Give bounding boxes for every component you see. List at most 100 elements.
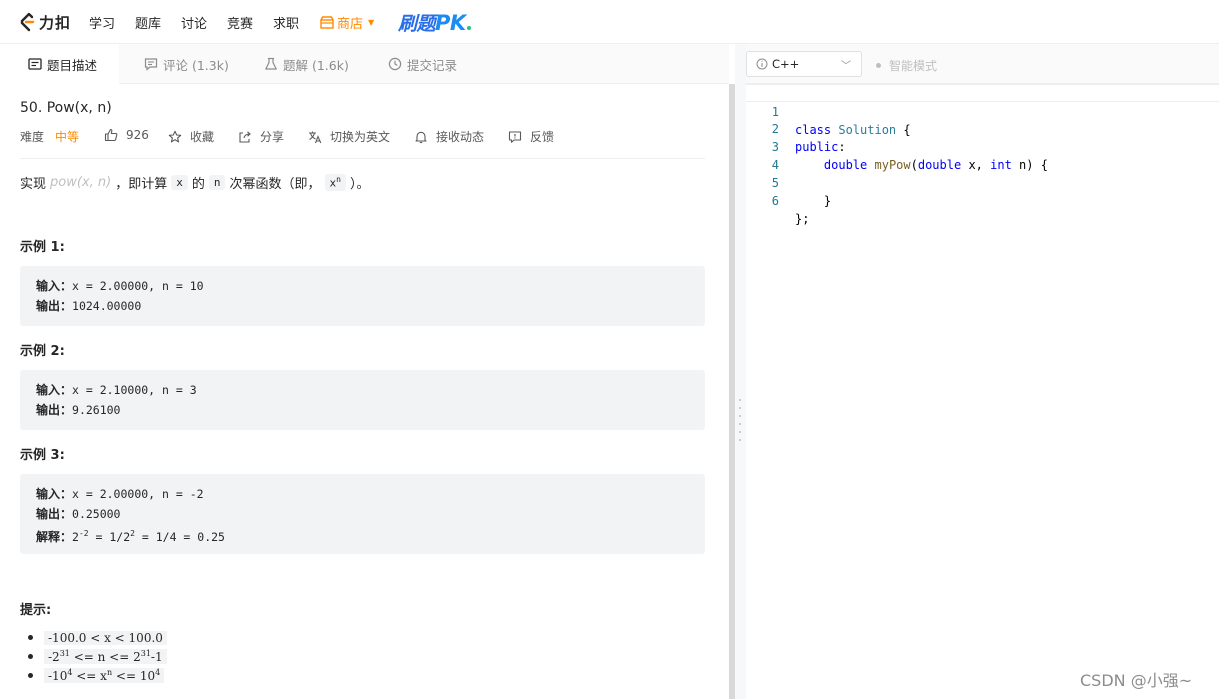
hint-2-text: -231 <= n <= 231-1 — [44, 649, 167, 664]
example-3-input-label: 输入： — [36, 487, 73, 501]
example-2-input-line: 输入：x = 2.10000, n = 3 — [36, 380, 689, 400]
nav-learn[interactable]: 学习 — [89, 13, 115, 32]
example-1-output-label: 输出： — [36, 299, 73, 313]
hint-3-b: <= x — [72, 669, 107, 683]
nav-store[interactable]: 商店 ▼ — [320, 13, 374, 32]
tab-description-label: 题目描述 — [47, 57, 98, 73]
hint-1-text: -100.0 < x < 100.0 — [44, 630, 167, 645]
nav-problemset[interactable]: 题库 — [135, 13, 161, 32]
panel-splitter[interactable] — [735, 44, 746, 699]
language-label: C++ — [772, 57, 800, 71]
tab-comments-label: 评论 (1.3k) — [163, 57, 229, 73]
example-1-output: 1024.00000 — [72, 299, 142, 313]
explain-end: = 1/4 = 0.25 — [134, 529, 225, 544]
hint-2-b: <= n <= 2 — [69, 650, 141, 664]
hint-3-text: -104 <= xn <= 104 — [44, 668, 165, 683]
feedback-label: 反馈 — [530, 130, 555, 144]
tab-description[interactable]: 题目描述 — [0, 44, 119, 84]
example-2-output-label: 输出： — [36, 403, 73, 417]
caret-down-icon: ▼ — [368, 18, 375, 27]
hint-2-exp2: 31 — [140, 649, 151, 658]
language-select[interactable]: C++ ﹀ — [746, 51, 862, 77]
example-1-block: 输入：x = 2.00000, n = 10 输出：1024.00000 — [20, 266, 705, 326]
info-icon — [756, 58, 768, 70]
store-label: 商店 — [337, 17, 364, 32]
leetcode-logo[interactable]: 力扣 — [18, 12, 71, 32]
example-1-heading: 示例 1: — [20, 240, 65, 255]
smart-mode-toggle[interactable]: 智能模式 — [876, 57, 937, 74]
pk-banner[interactable]: 刷题PK — [398, 9, 471, 36]
tab-submissions[interactable]: 提交记录 — [388, 44, 457, 84]
code-line-6: 6 }; — [746, 174, 1219, 226]
logo-text: 力扣 — [39, 13, 72, 32]
code-line-1: 1 class Solution { — [746, 84, 1219, 137]
example-3-output-label: 输出： — [36, 507, 73, 521]
switch-language-label: 切换为英文 — [330, 130, 391, 144]
example-3-block: 输入：x = 2.00000, n = -2 输出：0.25000 解释：2-2… — [20, 474, 705, 554]
nav-jobs[interactable]: 求职 — [273, 13, 299, 32]
problem-description: 实现 pow(x, n) ，即计算 x 的 n 次幂函数（即， xn ）。 — [20, 173, 369, 192]
feedback-button[interactable]: 反馈 — [508, 128, 554, 145]
desc-x-code: x — [171, 175, 188, 190]
code-editor[interactable]: 1 class Solution { 2 public: 3 double my… — [746, 84, 1219, 699]
splitter-grip-dot — [739, 423, 741, 425]
editor-toolbar: C++ ﹀ 智能模式 — [746, 44, 1219, 84]
example-2-block: 输入：x = 2.10000, n = 3 输出：9.26100 — [20, 370, 705, 430]
example-3-output-line: 输出：0.25000 — [36, 504, 689, 524]
example-3-explain-line: 解释：2-2 = 1/22 = 1/4 = 0.25 — [36, 524, 689, 547]
clock-icon — [388, 57, 402, 71]
nav-discuss[interactable]: 讨论 — [181, 13, 207, 32]
desc-xn-code: xn — [324, 174, 346, 191]
example-3-input-line: 输入：x = 2.00000, n = -2 — [36, 484, 689, 504]
share-icon — [239, 130, 251, 143]
tab-solutions[interactable]: 题解 (1.6k) — [264, 44, 349, 84]
smart-mode-label: 智能模式 — [889, 59, 938, 73]
thumbs-up-icon — [104, 128, 118, 142]
notify-label: 接收动态 — [436, 130, 485, 144]
notify-button[interactable]: 接收动态 — [414, 128, 484, 145]
top-navbar: 力扣 学习 题库 讨论 竞赛 求职 商店 ▼ 刷题PK — [0, 0, 1219, 44]
splitter-grip-dot — [739, 399, 741, 401]
splitter-grip-dot — [739, 439, 741, 441]
smart-mode-dot-icon — [876, 63, 881, 68]
flask-icon — [265, 57, 277, 70]
like-button[interactable]: 926 — [104, 128, 149, 142]
leetcode-logo-icon — [20, 12, 35, 32]
tab-comments[interactable]: 评论 (1.3k) — [144, 44, 229, 84]
desc-suffix: 次幂函数（即， — [229, 177, 321, 192]
translate-icon — [309, 131, 322, 143]
explain-exp: -2 — [78, 529, 89, 538]
description-icon — [28, 58, 42, 70]
example-2-heading: 示例 2: — [20, 344, 65, 359]
tab-solutions-label: 题解 (1.6k) — [283, 57, 349, 73]
example-3-output: 0.25000 — [72, 507, 121, 521]
desc-of: 的 — [191, 177, 205, 192]
code-line-3: 3 double myPow(double x, int n) { — [746, 120, 1219, 172]
example-2-output: 9.26100 — [72, 403, 121, 417]
csdn-watermark: CSDN @小强~ — [1080, 671, 1193, 690]
splitter-grip-dot — [739, 407, 741, 409]
share-label: 分享 — [260, 130, 285, 144]
desc-function[interactable]: pow(x, n) — [50, 175, 111, 190]
pk-word: PK — [435, 11, 466, 35]
code-line-5: 5 } — [746, 156, 1219, 208]
desc-end: ）。 — [349, 177, 370, 192]
hint-2-exp1: 31 — [59, 649, 70, 658]
favorite-button[interactable]: 收藏 — [168, 128, 214, 145]
example-3-explain-label: 解释： — [36, 529, 73, 544]
hint-3-a: -10 — [48, 669, 68, 683]
hint-3-c: <= 10 — [112, 669, 156, 683]
pk-prefix: 刷题 — [398, 13, 436, 35]
desc-prefix: 实现 — [20, 177, 47, 192]
difficulty: 难度 中等 — [20, 128, 79, 145]
nav-contest[interactable]: 竞赛 — [227, 13, 253, 32]
difficulty-value: 中等 — [55, 130, 80, 144]
tab-submissions-label: 提交记录 — [407, 57, 458, 73]
divider — [20, 158, 705, 159]
switch-language-button[interactable]: 切换为英文 — [308, 128, 390, 145]
hint-2-c: -1 — [150, 650, 163, 664]
share-button[interactable]: 分享 — [238, 128, 284, 145]
like-count: 926 — [126, 128, 149, 142]
desc-mid: ，即计算 — [115, 177, 168, 192]
bell-icon — [415, 131, 427, 143]
